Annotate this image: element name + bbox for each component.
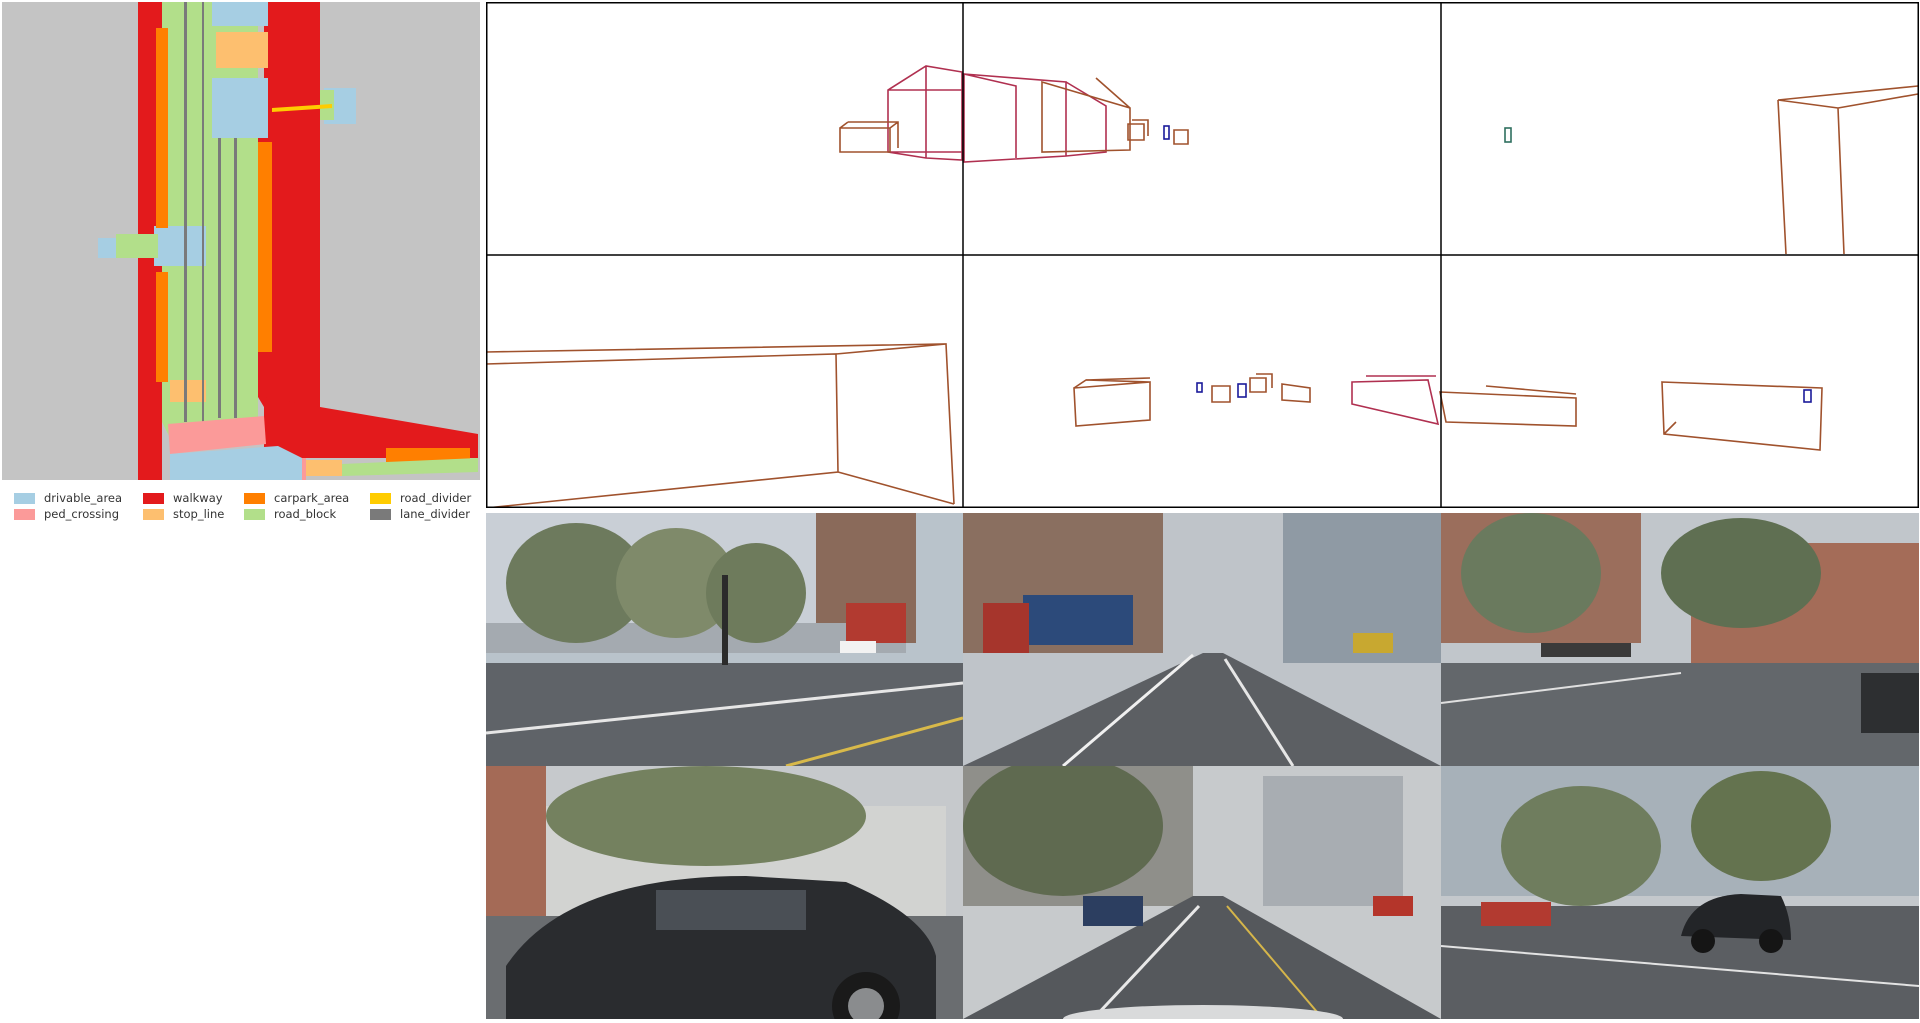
legend-label: ped_crossing: [44, 507, 120, 521]
camera-view-front-right: [1441, 513, 1919, 766]
legend-swatch: [14, 508, 35, 520]
legend-swatch: [370, 508, 391, 520]
car-box: [1211, 385, 1231, 403]
bbox-panel-back: [1073, 373, 1440, 427]
bev-drivable-area: [212, 2, 268, 26]
legend-swatch: [244, 492, 265, 504]
bev-drivable-area: [212, 78, 268, 138]
car-box: [1173, 129, 1189, 145]
bbox-panel-front: [963, 73, 1189, 163]
truck-box: [887, 65, 963, 161]
legend-swatch: [143, 492, 164, 504]
barrier-box: [1504, 127, 1512, 143]
truck-box: [963, 73, 1107, 163]
car-box: [485, 343, 955, 509]
bev-drivable-area: [154, 226, 206, 266]
panel-frames: [486, 2, 1919, 508]
bev-carpark-area: [156, 272, 168, 382]
pedestrian-box: [1803, 389, 1812, 403]
legend-item: road_block: [244, 506, 336, 522]
bev-drivable-area: [98, 238, 116, 258]
bev-lane-divider: [184, 2, 187, 422]
legend-swatch: [14, 492, 35, 504]
bev-lane-divider: [218, 138, 221, 418]
legend-swatch: [143, 508, 164, 520]
bbox-panel-back-left: [485, 343, 955, 509]
legend-label: stop_line: [173, 507, 225, 521]
bev-road-block: [116, 234, 158, 258]
legend-label: carpark_area: [274, 491, 350, 505]
camera-view-grid: [486, 513, 1919, 1019]
legend-label: drivable_area: [44, 491, 123, 505]
car-box: [1661, 381, 1823, 451]
pedestrian-box: [1196, 382, 1203, 393]
legend-label: lane_divider: [400, 507, 470, 521]
bev-map-svg: [2, 2, 480, 480]
bev-carpark-area: [258, 142, 272, 352]
car-box: [1281, 383, 1311, 403]
car-box: [1041, 77, 1131, 153]
legend-item: lane_divider: [370, 506, 470, 522]
bbox-panel-front-right: [1504, 85, 1919, 255]
truck-box: [1351, 375, 1440, 426]
camera-view-front-left: [486, 513, 963, 766]
pedestrian-box: [1163, 125, 1170, 140]
legend-item: carpark_area: [244, 490, 349, 506]
car-box: [839, 121, 899, 153]
visualization-canvas: drivable_area walkway carpark_area road_…: [0, 0, 1920, 1023]
legend-swatch: [370, 492, 391, 504]
bev-stop-line: [170, 380, 206, 402]
legend-label: road_divider: [400, 491, 472, 505]
camera-view-front: [963, 513, 1441, 766]
bbox-grid-svg: [485, 2, 1919, 509]
car-box: [1127, 119, 1149, 141]
legend-item: ped_crossing: [14, 506, 119, 522]
bev-stop-line: [216, 32, 268, 68]
pedestrian-box: [1237, 383, 1247, 398]
map-legend: drivable_area walkway carpark_area road_…: [14, 490, 484, 524]
legend-item: stop_line: [143, 506, 224, 522]
bev-semantic-map: [2, 2, 480, 480]
legend-label: road_block: [274, 507, 337, 521]
bbox-panel-back-right: [1439, 381, 1823, 451]
camera-view-back-right: [1441, 766, 1919, 1019]
bbox-panel-front-left: [839, 65, 963, 161]
legend-item: drivable_area: [14, 490, 122, 506]
car-box: [1439, 385, 1577, 427]
bev-lane-divider: [234, 138, 237, 418]
car-box: [1777, 85, 1919, 255]
legend-swatch: [244, 508, 265, 520]
legend-label: walkway: [173, 491, 223, 505]
bev-stop-line: [302, 460, 342, 476]
bev-lane-divider: [202, 2, 204, 422]
legend-item: walkway: [143, 490, 223, 506]
car-box: [1249, 373, 1273, 393]
camera-view-back: [963, 766, 1441, 1019]
bev-carpark-area: [156, 28, 168, 228]
bbox-projection-grid: [485, 2, 1919, 509]
legend-item: road_divider: [370, 490, 471, 506]
car-box: [1073, 377, 1151, 427]
camera-view-back-left: [486, 766, 963, 1019]
